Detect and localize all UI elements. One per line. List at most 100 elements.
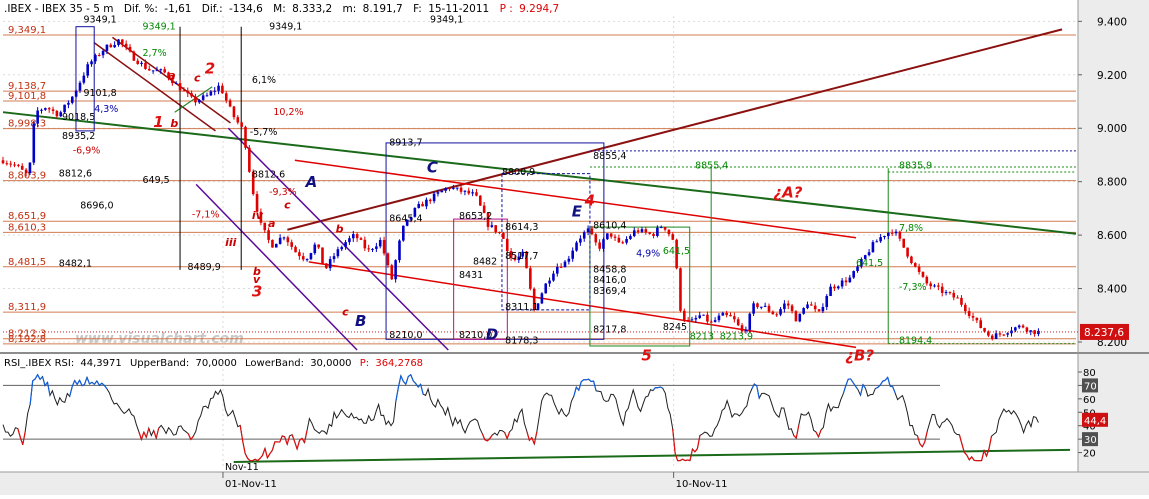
annotation-label: 8369,4 <box>593 286 626 297</box>
candle-body <box>802 308 805 314</box>
candle-body <box>722 313 725 316</box>
candle-body <box>306 259 309 260</box>
candle-body <box>329 259 332 268</box>
candle-body <box>233 106 236 117</box>
candle-body <box>598 242 601 248</box>
annotation-label: 8855,4 <box>695 160 728 171</box>
candle-body <box>394 260 397 279</box>
candle-body <box>702 315 705 316</box>
annotation-label: 2,7% <box>142 48 166 59</box>
candle-body <box>841 281 844 287</box>
candle-body <box>660 227 663 228</box>
candle-body <box>56 111 59 116</box>
candle-body <box>379 240 382 246</box>
candle-body <box>772 312 775 315</box>
annotation-label: -7,1% <box>192 210 220 221</box>
candle-body <box>641 229 644 232</box>
candle-body <box>44 108 47 110</box>
candle-body <box>718 316 721 321</box>
candle-body <box>941 287 944 293</box>
rsi-header-label: RSI_.IBEX RSI: <box>4 358 74 369</box>
candle-body <box>633 230 636 236</box>
candle-body <box>63 105 66 113</box>
candle-body <box>891 233 894 234</box>
candle-body <box>36 111 39 124</box>
candle-body <box>637 230 640 232</box>
candle-body <box>529 268 532 289</box>
candle-body <box>775 314 778 315</box>
candle-body <box>425 200 428 207</box>
wave-label: iii <box>225 236 237 249</box>
price-chart[interactable]: .IBEX - IBEX 35 - 5 m Dif. %: -1,61 Dif.… <box>0 0 1149 495</box>
candle-body <box>895 232 898 234</box>
candle-body <box>429 200 432 201</box>
candle-body <box>999 333 1002 334</box>
annotation-label: 8194,4 <box>899 335 932 346</box>
annotation-label: 8517,7 <box>505 251 538 262</box>
candle-body <box>29 163 32 173</box>
price-axis-tick-label: 9.200 <box>1097 70 1127 82</box>
rsi-oversold-segment <box>282 436 284 437</box>
candle-body <box>906 248 909 257</box>
candle-body <box>748 314 751 330</box>
annotation-label: 8800,9 <box>502 167 535 178</box>
candle-body <box>136 61 139 64</box>
candle-body <box>964 305 967 311</box>
rsi-overbought-segment <box>883 380 885 381</box>
candle-body <box>21 166 24 170</box>
header-symbol: .IBEX - IBEX 35 - 5 m <box>4 3 113 15</box>
price-axis-tick-label: 8.800 <box>1097 177 1127 189</box>
candle-body <box>479 196 482 206</box>
candle-body <box>471 192 474 193</box>
candle-body <box>156 70 159 71</box>
last-price-label: 8.237,6 <box>1084 327 1124 339</box>
candle-body <box>845 281 848 283</box>
candle-body <box>991 336 994 339</box>
candle-body <box>849 278 852 283</box>
candle-body <box>933 285 936 286</box>
annotation-label: 8311,1 <box>505 302 538 313</box>
candle-body <box>698 315 701 318</box>
annotation-label: 641,5 <box>663 246 690 257</box>
candle-body <box>198 100 201 102</box>
header-date-label: F: <box>413 3 422 15</box>
candle-body <box>133 52 136 61</box>
candle-body <box>202 95 205 99</box>
candle-body <box>729 315 732 316</box>
candle-body <box>225 93 228 100</box>
candle-body <box>879 237 882 241</box>
wave-label: 4 <box>584 192 595 210</box>
candle-body <box>798 314 801 322</box>
candle-body <box>541 293 544 303</box>
rsi-header-p-label: P: <box>360 358 369 369</box>
wave-label: c <box>194 71 201 84</box>
candle-body <box>79 83 82 91</box>
price-axis-tick-label: 8.400 <box>1097 284 1127 296</box>
candle-body <box>460 188 463 192</box>
candle-body <box>571 251 574 259</box>
header-price-label: P : <box>500 3 513 15</box>
candle-body <box>229 100 232 106</box>
candle-body <box>364 240 367 249</box>
candle-body <box>344 242 347 247</box>
candle-body <box>791 306 794 312</box>
annotation-label: 8178,3 <box>505 335 538 346</box>
header-dif-pct-label: Dif. %: <box>124 3 158 15</box>
candle-body <box>910 257 913 264</box>
candle-body <box>983 328 986 332</box>
candle-body <box>829 287 832 296</box>
candle-body <box>17 165 20 166</box>
candle-body <box>787 304 790 306</box>
header-dif: -134,6 <box>229 3 263 15</box>
candle-body <box>9 164 12 165</box>
candle-body <box>109 45 112 47</box>
annotation-label: 641,5 <box>856 258 883 269</box>
candle-body <box>922 272 925 277</box>
header-min-label: m: <box>343 3 357 15</box>
candle-body <box>102 51 105 55</box>
wave-label: A <box>305 173 318 191</box>
candle-body <box>217 86 220 91</box>
annotation-label: 8482 <box>473 256 497 267</box>
candle-body <box>687 320 690 321</box>
wave-label: 1 <box>153 113 163 131</box>
